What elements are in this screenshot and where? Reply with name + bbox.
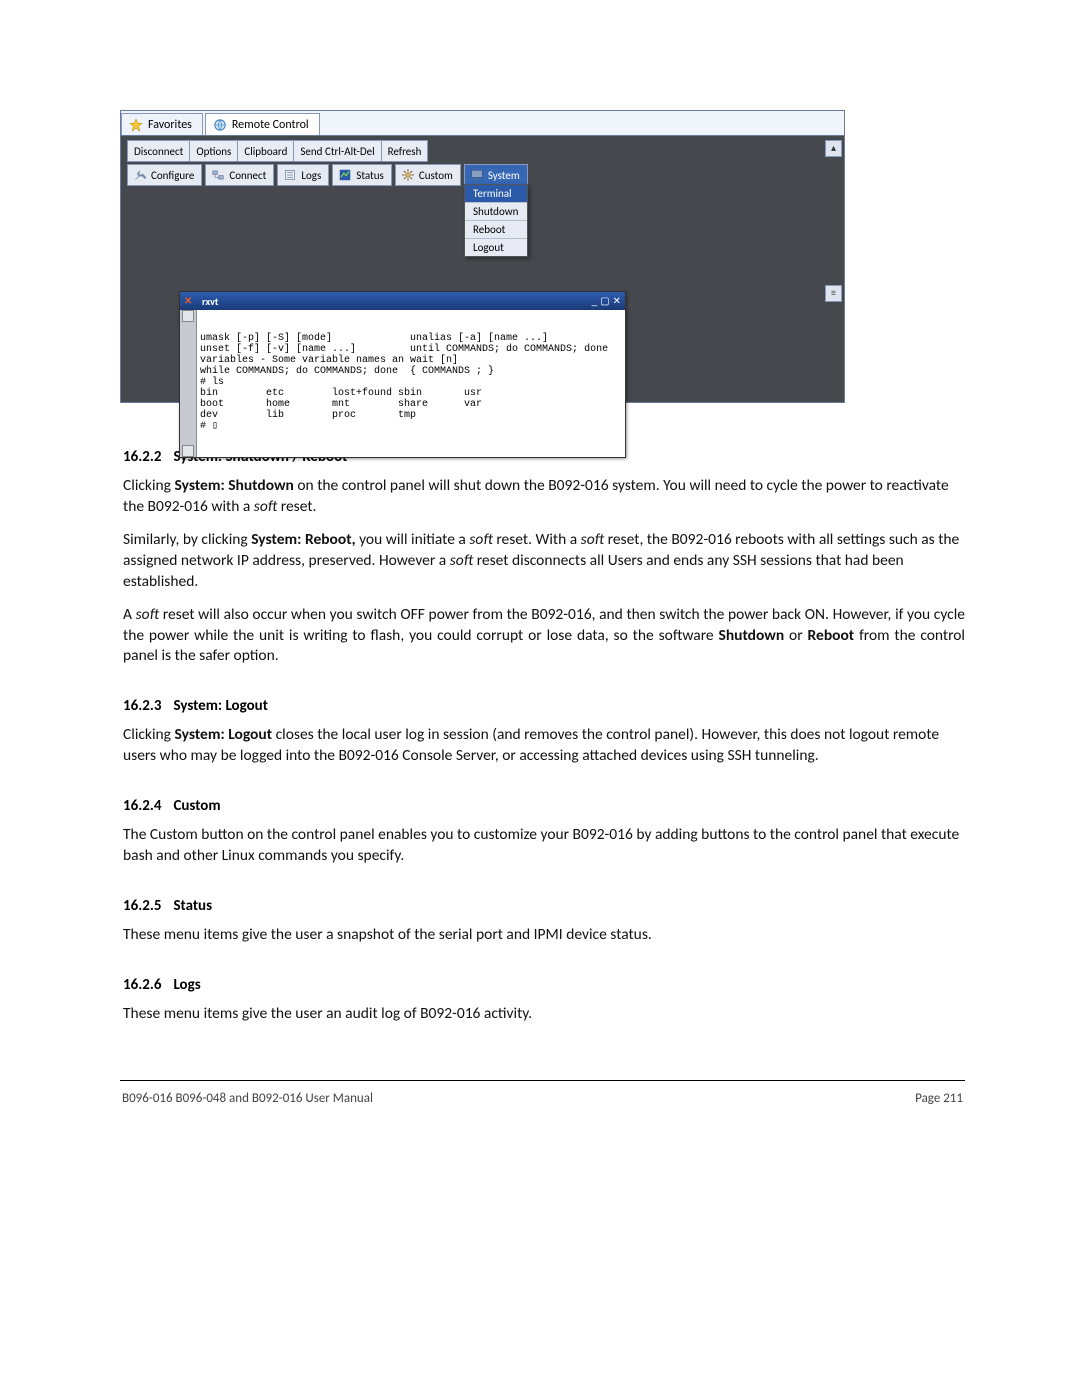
terminal-title: rxvt	[202, 295, 218, 308]
chart-icon	[338, 168, 352, 182]
star-icon	[129, 118, 143, 132]
screenshot-figure: Favorites Remote Control ▴ ≡ Disconnect …	[120, 110, 965, 403]
menu-logout[interactable]: Logout	[465, 239, 527, 256]
heading-16-2-4: 16.2.4Custom	[123, 797, 965, 815]
custom-button[interactable]: Custom	[396, 165, 460, 185]
configure-button[interactable]: Configure	[128, 165, 201, 185]
footer-rule	[120, 1080, 965, 1081]
terminal-titlebar: ✕ rxvt _ ▢ ✕	[180, 292, 625, 310]
app-window: Favorites Remote Control ▴ ≡ Disconnect …	[120, 110, 845, 403]
toolbar-secondary: Configure Connect Logs	[127, 164, 838, 186]
system-dropdown: Terminal Shutdown Reboot Logout	[464, 184, 528, 257]
scrollbar-handle-icon[interactable]: ≡	[825, 285, 842, 302]
paragraph: Clicking System: Shutdown on the control…	[123, 476, 965, 518]
paragraph: A soft reset will also occur when you sw…	[123, 605, 965, 668]
scrollbar-up-icon[interactable]: ▴	[825, 140, 842, 157]
tab-favorites-label: Favorites	[148, 118, 192, 132]
send-ctrl-alt-del-button[interactable]: Send Ctrl-Alt-Del	[294, 141, 381, 161]
paragraph: These menu items give the user a snapsho…	[123, 925, 965, 946]
toolbar-primary: Disconnect Options Clipboard Send Ctrl-A…	[127, 140, 428, 162]
paragraph: Clicking System: Logout closes the local…	[123, 725, 965, 767]
paragraph: These menu items give the user an audit …	[123, 1004, 965, 1025]
page-footer: B096-016 B096-048 and B092-016 User Manu…	[120, 1091, 965, 1106]
monitor-icon	[470, 168, 484, 182]
connect-button[interactable]: Connect	[206, 165, 273, 185]
list-icon	[283, 168, 297, 182]
disconnect-button[interactable]: Disconnect	[128, 141, 190, 161]
document-page: Favorites Remote Control ▴ ≡ Disconnect …	[0, 0, 1080, 1166]
close-icon[interactable]: ✕	[613, 296, 621, 307]
heading-16-2-3: 16.2.3System: Logout	[123, 697, 965, 715]
gear-icon	[401, 168, 415, 182]
connect-icon	[211, 168, 225, 182]
tab-remote-control[interactable]: Remote Control	[205, 113, 320, 135]
heading-16-2-6: 16.2.6Logs	[123, 976, 965, 994]
status-button[interactable]: Status	[333, 165, 391, 185]
clipboard-button[interactable]: Clipboard	[238, 141, 294, 161]
maximize-icon[interactable]: ▢	[600, 296, 609, 307]
remote-viewer: ▴ ≡ Disconnect Options Clipboard Send Ct…	[121, 136, 844, 402]
menu-shutdown[interactable]: Shutdown	[465, 203, 527, 221]
footer-right: Page 211	[915, 1091, 963, 1106]
tab-remote-control-label: Remote Control	[232, 118, 309, 132]
menu-reboot[interactable]: Reboot	[465, 221, 527, 239]
tab-favorites[interactable]: Favorites	[121, 113, 203, 135]
paragraph: Similarly, by clicking System: Reboot, y…	[123, 530, 965, 593]
globe-icon	[213, 118, 227, 132]
terminal-window: ✕ rxvt _ ▢ ✕ umask [-p] [-S] [mode] unal…	[179, 291, 626, 458]
refresh-button[interactable]: Refresh	[382, 141, 428, 161]
minimize-icon[interactable]: _	[592, 296, 598, 307]
paragraph: The Custom button on the control panel e…	[123, 825, 965, 867]
system-button[interactable]: System	[465, 165, 527, 185]
options-button[interactable]: Options	[190, 141, 238, 161]
terminal-scrollbar[interactable]	[180, 310, 197, 457]
window-tabs: Favorites Remote Control	[121, 111, 844, 136]
menu-terminal[interactable]: Terminal	[465, 185, 527, 203]
heading-16-2-5: 16.2.5Status	[123, 897, 965, 915]
tools-icon	[133, 168, 147, 182]
footer-left: B096-016 B096-048 and B092-016 User Manu…	[122, 1091, 373, 1106]
terminal-output[interactable]: umask [-p] [-S] [mode] unalias [-a] [nam…	[180, 310, 625, 457]
logs-button[interactable]: Logs	[278, 165, 328, 185]
terminal-icon: ✕	[184, 294, 198, 308]
